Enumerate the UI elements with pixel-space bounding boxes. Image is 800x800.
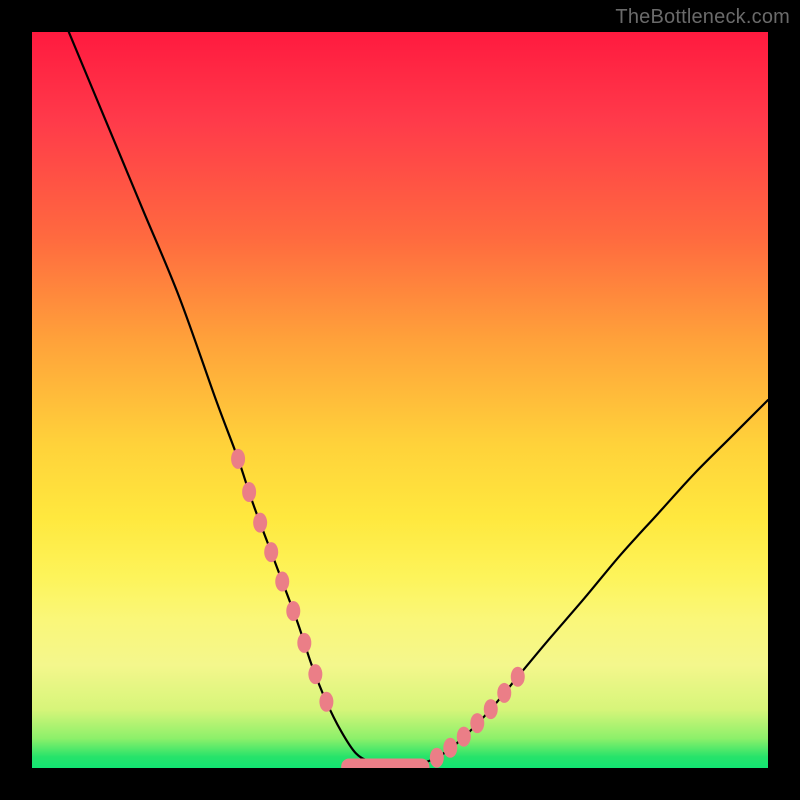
curve-marker-dot bbox=[231, 449, 245, 469]
chart-svg bbox=[32, 32, 768, 768]
curve-marker-dot bbox=[297, 633, 311, 653]
curve-marker-dot bbox=[242, 482, 256, 502]
curve-marker-dot bbox=[264, 542, 278, 562]
watermark-text: TheBottleneck.com bbox=[615, 6, 790, 29]
curve-marker-dot bbox=[484, 699, 498, 719]
curve-marker-dot bbox=[253, 513, 267, 533]
chart-frame: TheBottleneck.com bbox=[0, 0, 800, 800]
bottleneck-curve bbox=[69, 32, 768, 767]
curve-marker-dot bbox=[430, 748, 444, 768]
curve-marker-dot bbox=[511, 667, 525, 687]
curve-marker-dot bbox=[470, 713, 484, 733]
curve-marker-dot bbox=[275, 572, 289, 592]
curve-marker-dot bbox=[286, 601, 300, 621]
curve-bottom-bar bbox=[341, 759, 429, 768]
curve-marker-dot bbox=[443, 738, 457, 758]
curve-marker-dot bbox=[319, 692, 333, 712]
chart-plot-area bbox=[32, 32, 768, 768]
curve-marker-dot bbox=[497, 683, 511, 703]
curve-marker-dot bbox=[308, 664, 322, 684]
curve-marker-dot bbox=[457, 727, 471, 747]
